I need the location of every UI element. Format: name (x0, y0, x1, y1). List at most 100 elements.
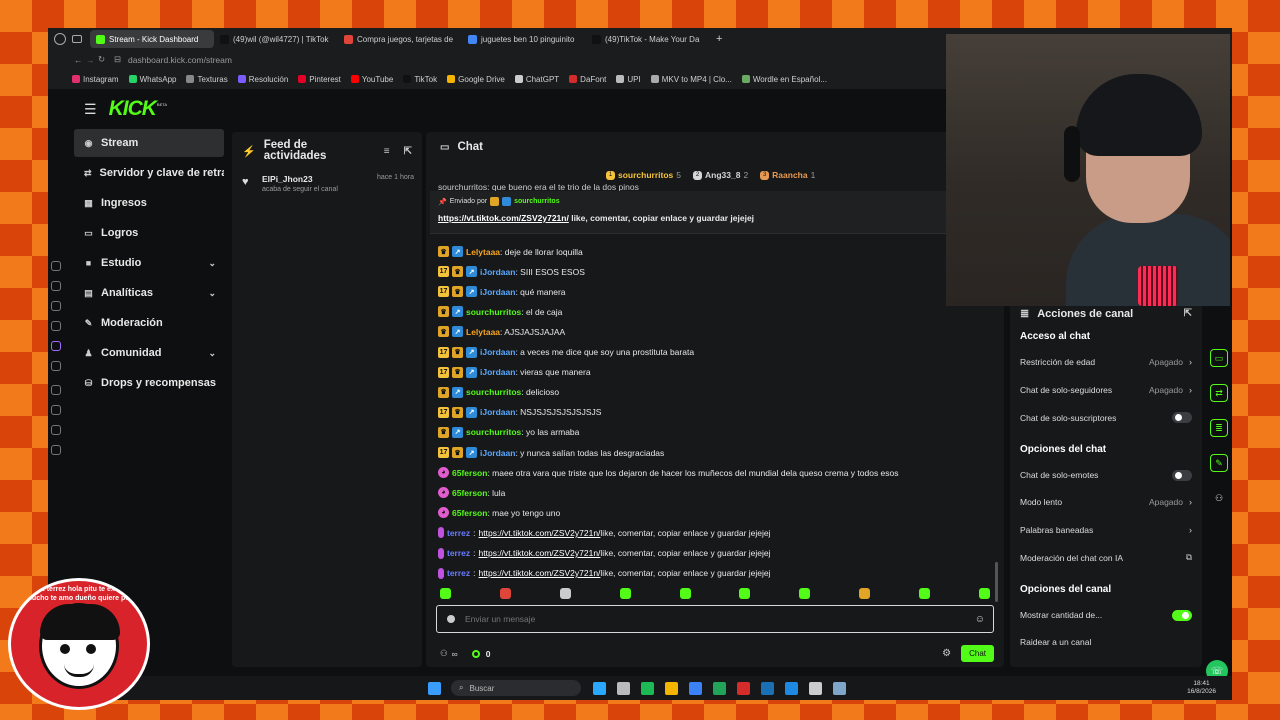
chat-username[interactable]: sourchurritos (466, 307, 521, 317)
new-tab-button[interactable]: + (716, 33, 722, 45)
bookmark-item[interactable]: Resolución (237, 75, 288, 84)
emote-circle-icon[interactable] (447, 615, 455, 623)
chat-username[interactable]: iJordaan (480, 347, 515, 357)
sidebar-item-community[interactable]: ♟ Comunidad ⌄ (74, 339, 224, 367)
chat-username[interactable]: sourchurritos (466, 387, 521, 397)
browser-tab[interactable]: (49)TikTok - Make Your Da (586, 30, 710, 48)
pinned-link[interactable]: https://vt.tiktok.com/ZSV2y721n/ (438, 213, 569, 223)
sidebar-item-moderation[interactable]: ✎ Moderación (74, 309, 224, 337)
chevron-right-icon[interactable]: › (1189, 385, 1192, 395)
chat-username[interactable]: 65ferson (452, 468, 487, 478)
chevron-down-icon[interactable]: ⌄ (208, 288, 216, 299)
chat-link[interactable]: https://vt.tiktok.com/ZSV2y721n/ (479, 568, 601, 578)
chat-scrollbar[interactable] (995, 562, 998, 602)
bookmark-item[interactable]: YouTube (350, 75, 393, 84)
url-field[interactable]: dashboard.kick.com/stream (128, 55, 232, 65)
action-row[interactable]: Palabras baneadas › (1020, 525, 1192, 535)
sidebar-item-analytics[interactable]: ▤ Analíticas ⌄ (74, 279, 224, 307)
chat-link[interactable]: https://vt.tiktok.com/ZSV2y721n/ (479, 548, 601, 558)
feed-user[interactable]: ElPi_Jhon23 (262, 174, 313, 184)
top-gifter[interactable]: 3 Raancha 1 (760, 170, 815, 180)
top-gifter[interactable]: 2 Ang33_8 2 (693, 170, 748, 180)
taskbar-search[interactable]: ⌕ Buscar (451, 680, 581, 696)
bookmark-item[interactable]: ChatGPT (514, 75, 559, 84)
chat-message-input[interactable] (463, 613, 975, 625)
bookmark-item[interactable]: Pinterest (298, 75, 341, 84)
profile-icon[interactable] (54, 33, 66, 45)
emote-icon[interactable] (440, 588, 451, 599)
chat-username[interactable]: 65ferson (452, 508, 487, 518)
action-row[interactable]: Restricción de edad Apagado › (1020, 357, 1192, 367)
action-row[interactable]: Mostrar cantidad de... (1020, 609, 1192, 621)
chat-settings-icon[interactable]: ⚙ (942, 648, 951, 659)
chat-username[interactable]: terrez (447, 548, 470, 558)
action-row[interactable]: Chat de solo-seguidores Apagado › (1020, 385, 1192, 395)
emote-icon[interactable] (499, 588, 511, 599)
tab-list-icon[interactable] (72, 35, 82, 43)
chat-username[interactable]: terrez (447, 568, 470, 578)
taskbar-app-icon[interactable] (761, 681, 774, 695)
bookmark-item[interactable]: Texturas (186, 75, 228, 84)
taskbar-app-icon[interactable] (689, 681, 702, 695)
taskbar-app-icon[interactable] (617, 681, 630, 695)
action-row[interactable]: Chat de solo-emotes (1020, 469, 1192, 481)
sidebar-item-achievements[interactable]: ▭ Logros (74, 219, 224, 247)
link-icon[interactable]: ⇄ (1210, 384, 1228, 402)
toggle-switch[interactable] (1172, 609, 1192, 621)
chat-send-button[interactable]: Chat (961, 645, 994, 662)
chevron-down-icon[interactable]: ⌄ (208, 258, 216, 269)
bookmark-item[interactable]: Google Drive (447, 75, 505, 84)
chat-username[interactable]: terrez (447, 528, 470, 538)
emote-icon[interactable] (919, 588, 930, 599)
taskbar-app-icon[interactable] (641, 681, 654, 695)
browser-tab[interactable]: (49)wil (@wil4727) | TikTok (214, 30, 338, 48)
taskbar-app-icon[interactable] (785, 681, 798, 695)
wrench-icon[interactable]: ✎ (1210, 454, 1228, 472)
emote-icon[interactable] (619, 588, 631, 599)
chat-username[interactable]: iJordaan (480, 407, 515, 417)
toggle-switch[interactable] (1172, 469, 1192, 481)
forward-icon[interactable]: → (86, 55, 98, 65)
chat-link[interactable]: https://vt.tiktok.com/ZSV2y721n/ (479, 528, 601, 538)
chat-username[interactable]: iJordaan (480, 267, 515, 277)
sidebar-item-drops[interactable]: ⛁ Drops y recompensas (74, 369, 224, 397)
actions-popout-icon[interactable]: ⇱ (1184, 308, 1192, 319)
action-row[interactable]: Raidear a un canal (1020, 637, 1192, 647)
bookmark-item[interactable]: Wordle en Español... (741, 75, 827, 84)
back-icon[interactable]: ← (74, 55, 86, 65)
chat-username[interactable]: iJordaan (480, 367, 515, 377)
site-info-icon[interactable]: ⊟ (114, 54, 128, 65)
emote-icon[interactable] (799, 588, 811, 599)
bookmark-item[interactable]: MKV to MP4 | Clo... (650, 75, 732, 84)
taskbar-app-icon[interactable] (713, 681, 726, 695)
chat-input-box[interactable]: ☺ (436, 605, 994, 633)
browser-tab[interactable]: juguetes ben 10 pinguinito (462, 30, 586, 48)
action-row[interactable]: Chat de solo-suscriptores (1020, 412, 1192, 423)
chevron-right-icon[interactable]: › (1189, 497, 1192, 507)
browser-tab[interactable]: Compra juegos, tarjetas de (338, 30, 462, 48)
filter-icon[interactable]: ≡ (384, 146, 390, 157)
popout-icon[interactable]: ⇱ (404, 146, 412, 157)
chat-icon[interactable]: ▭ (1210, 349, 1228, 367)
toggle-switch[interactable] (1172, 412, 1192, 423)
settings-users-icon[interactable]: ⚇ (440, 648, 448, 659)
emote-icon[interactable] (859, 588, 871, 599)
sidebar-item-revenue[interactable]: ▦ Ingresos (74, 189, 224, 217)
sidebar-item-server[interactable]: ⇄ Servidor y clave de retransmisión (74, 159, 224, 187)
chat-username[interactable]: Lelytaaa (466, 247, 500, 257)
chat-username[interactable]: Lelytaaa (466, 327, 500, 337)
taskbar-app-icon[interactable] (593, 681, 606, 695)
emote-icon[interactable] (739, 588, 751, 599)
chat-username[interactable]: iJordaan (480, 287, 515, 297)
windows-start-icon[interactable] (428, 681, 441, 695)
bookmark-item[interactable]: TikTok (403, 75, 437, 84)
bookmark-item[interactable]: Instagram (72, 75, 119, 84)
action-row[interactable]: Moderación del chat con IA ⧉ (1020, 552, 1192, 563)
taskbar-app-icon[interactable] (809, 681, 822, 695)
taskbar-app-icon[interactable] (665, 681, 678, 695)
chevron-right-icon[interactable]: › (1189, 525, 1192, 535)
emote-icon[interactable] (978, 588, 990, 599)
browser-tab[interactable]: Stream - Kick Dashboard (90, 30, 214, 48)
chevron-down-icon[interactable]: ⌄ (208, 348, 216, 359)
emote-icon[interactable] (679, 588, 691, 599)
